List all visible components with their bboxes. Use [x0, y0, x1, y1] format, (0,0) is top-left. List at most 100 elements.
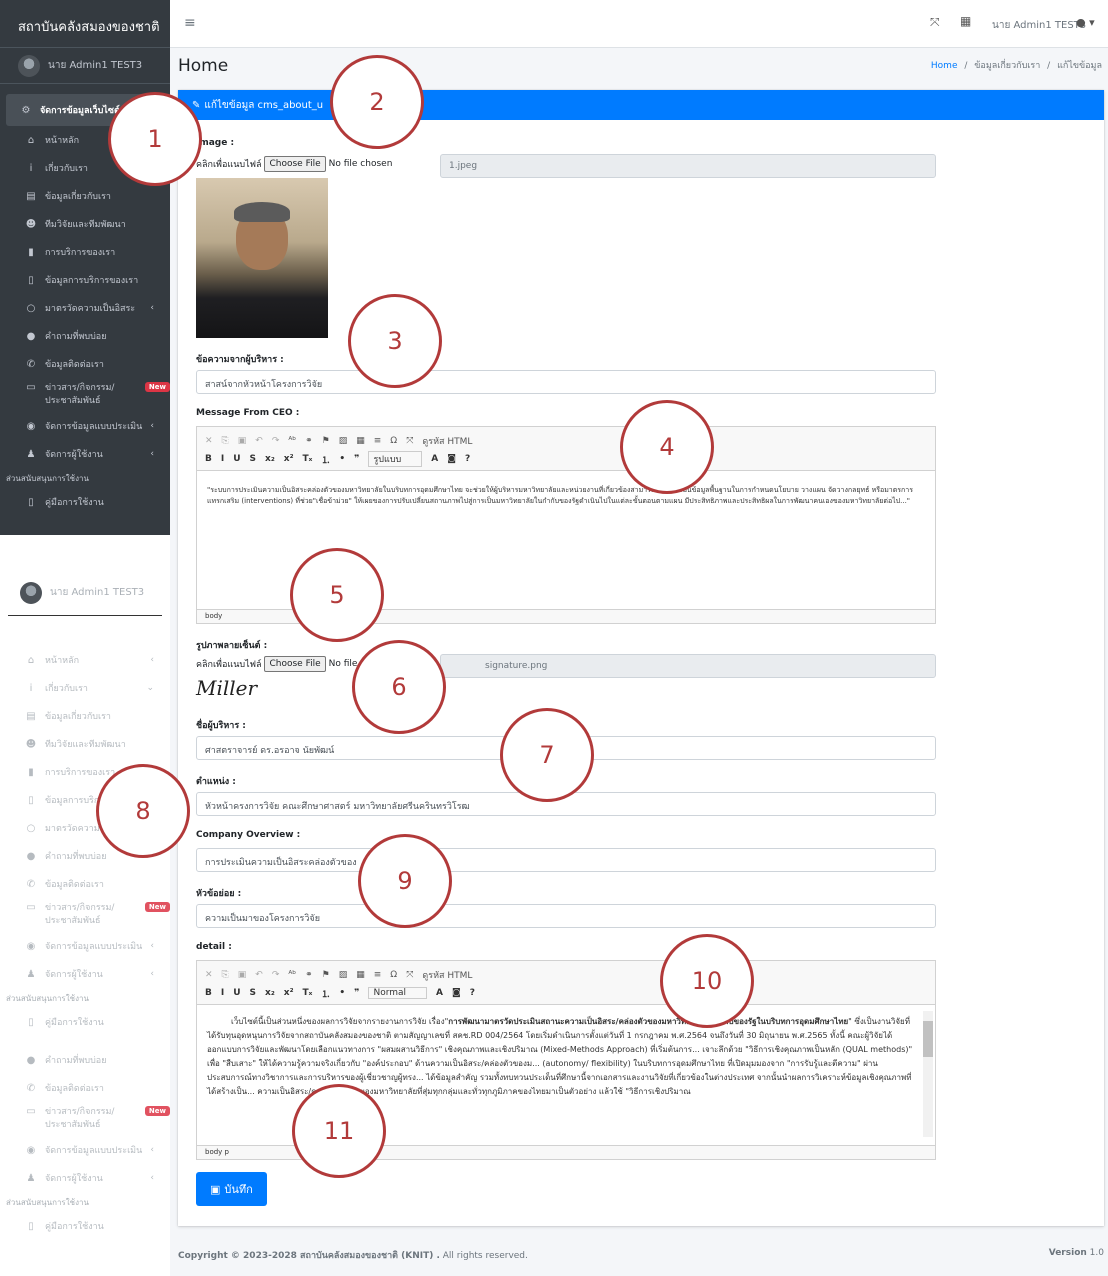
image-icon[interactable]: ▨ — [339, 970, 348, 980]
brand-title[interactable]: สถาบันคลังสมองของชาติ — [0, 0, 170, 48]
sidebar-item-services[interactable]: ▮ การบริการของเรา — [0, 238, 170, 266]
cut-icon[interactable]: ✕ — [205, 436, 213, 446]
breadcrumb-home[interactable]: Home — [931, 61, 958, 71]
bold-icon[interactable]: B — [205, 988, 212, 998]
sidebar-item-assessment[interactable]: ◉ จัดการข้อมูลแบบประเมิน ‹ — [0, 932, 170, 960]
image-filename-field[interactable]: 1.jpeg — [440, 154, 936, 178]
sidebar-item-home[interactable]: ⌂ หน้าหลัก ‹ — [0, 646, 170, 674]
spell-icon[interactable]: ᴬᵇ — [288, 436, 296, 446]
text-color-icon[interactable]: A — [431, 454, 438, 464]
undo-icon[interactable]: ↶ — [255, 436, 263, 446]
sidebar-item-news[interactable]: ▭ ข่าวสาร/กิจกรรม/ประชาสัมพันธ์ New — [0, 1102, 170, 1136]
sidebar-item-assessment[interactable]: ◉ จัดการข้อมูลแบบประเมิน ‹ — [0, 1136, 170, 1164]
bold-icon[interactable]: B — [205, 454, 212, 464]
paste-icon[interactable]: ▣ — [238, 970, 247, 980]
sidebar-item-manual[interactable]: ▯ คู่มือการใช้งาน — [0, 1212, 170, 1240]
strike-icon[interactable]: S — [250, 454, 256, 464]
sidebar-item-assessment[interactable]: ◉ จัดการข้อมูลแบบประเมิน ‹ — [0, 412, 170, 440]
sidebar-item-about-data[interactable]: ▤ ข้อมูลเกี่ยวกับเรา — [0, 702, 170, 730]
underline-icon[interactable]: U — [233, 988, 240, 998]
sidebar-item-faq[interactable]: ● คำถามที่พบบ่อย — [0, 322, 170, 350]
sidebar-item-about-data[interactable]: ▤ ข้อมูลเกี่ยวกับเรา — [0, 182, 170, 210]
sidebar-item-service-data[interactable]: ▯ ข้อมูลการบริการของเรา — [0, 266, 170, 294]
choose-file-button[interactable]: Choose File — [264, 156, 326, 172]
maximize-icon[interactable]: ⤧ — [406, 436, 413, 446]
omega-icon[interactable]: Ω — [390, 436, 397, 446]
signature-filename-field[interactable]: signature.png — [440, 654, 936, 678]
bullet-list-icon[interactable]: • — [339, 988, 345, 998]
bg-color-icon[interactable]: ◙ — [447, 454, 456, 464]
image-icon[interactable]: ▨ — [339, 436, 348, 446]
sidebar-item-news[interactable]: ▭ ข่าวสาร/กิจกรรม/ประชาสัมพันธ์ New — [0, 898, 170, 932]
clear-format-icon[interactable]: Tₓ — [303, 988, 313, 998]
sidebar-item-users[interactable]: ♟ จัดการผู้ใช้งาน ‹ — [0, 440, 170, 468]
quote-icon[interactable]: ❞ — [354, 454, 359, 464]
hr-icon[interactable]: ≡ — [374, 436, 382, 446]
sidebar-item-about[interactable]: i เกี่ยวกับเรา ⌄ — [0, 674, 170, 702]
redo-icon[interactable]: ↷ — [272, 970, 280, 980]
redo-icon[interactable]: ↷ — [272, 436, 280, 446]
hr-icon[interactable]: ≡ — [374, 970, 382, 980]
topbar-user-name[interactable]: นาย Admin1 TEST3 — [992, 18, 1086, 33]
help-icon[interactable]: ? — [470, 988, 475, 998]
bullet-list-icon[interactable]: • — [339, 454, 345, 464]
superscript-icon[interactable]: x² — [284, 988, 294, 998]
flag-icon[interactable]: ⚑ — [322, 970, 330, 980]
ordered-list-icon[interactable]: ⒈ — [321, 987, 330, 1000]
paste-icon[interactable]: ▣ — [238, 436, 247, 446]
image-file-picker[interactable]: คลิกเพื่อแนบไฟล์ Choose File No file cho… — [196, 156, 392, 172]
help-icon[interactable]: ? — [465, 454, 470, 464]
sidebar-item-measure[interactable]: ○ มาตรวัดความเป็นอิสระ ‹ — [0, 294, 170, 322]
sidebar-item-faq[interactable]: ● คำถามที่พบบ่อย — [0, 1046, 170, 1074]
table-icon[interactable]: ▦ — [356, 970, 365, 980]
breadcrumb-about[interactable]: ข้อมูลเกี่ยวกับเรา — [974, 61, 1040, 71]
source-button[interactable]: ดูรหัส HTML — [422, 968, 472, 982]
sidebar-item-users[interactable]: ♟ จัดการผู้ใช้งาน ‹ — [0, 960, 170, 988]
table-icon[interactable]: ▦ — [356, 436, 365, 446]
user-circle-icon[interactable]: ● ▾ — [1076, 16, 1095, 29]
italic-icon[interactable]: I — [221, 988, 224, 998]
exec-msg-input[interactable]: สาสน์จากหัวหน้าโครงการวิจัย — [196, 370, 936, 394]
superscript-icon[interactable]: x² — [284, 454, 294, 464]
cut-icon[interactable]: ✕ — [205, 970, 213, 980]
grid-icon[interactable]: ▦ — [960, 14, 971, 28]
italic-icon[interactable]: I — [221, 454, 224, 464]
user-panel[interactable]: นาย Admin1 TEST3 — [0, 48, 170, 84]
format-dropdown[interactable]: Normal — [368, 987, 428, 999]
text-color-icon[interactable]: A — [436, 988, 443, 998]
omega-icon[interactable]: Ω — [390, 970, 397, 980]
topic-input[interactable]: ความเป็นมาของโครงการวิจัย — [196, 904, 936, 928]
source-button[interactable]: ดูรหัส HTML — [422, 434, 472, 448]
bg-color-icon[interactable]: ◙ — [452, 988, 461, 998]
sidebar-item-contact[interactable]: ✆ ข้อมูลติดต่อเรา — [0, 870, 170, 898]
user-name[interactable]: นาย Admin1 TEST3 — [48, 58, 142, 73]
sidebar-item-users[interactable]: ♟ จัดการผู้ใช้งาน ‹ — [0, 1164, 170, 1192]
ceo-msg-content[interactable]: "ระบบการประเมินความเป็นอิสระคล่องตัวของม… — [197, 471, 935, 521]
sidebar-item-team[interactable]: ☻ ทีมวิจัยและทีมพัฒนา — [0, 210, 170, 238]
sidebar-item-news[interactable]: ▭ ข่าวสาร/กิจกรรม/ประชาสัมพันธ์ New — [0, 378, 170, 412]
link-icon[interactable]: ⚭ — [305, 436, 313, 446]
company-input[interactable]: การประเมินความเป็นอิสระคล่องตัวของ — [196, 848, 936, 872]
underline-icon[interactable]: U — [233, 454, 240, 464]
detail-scrollbar[interactable] — [923, 1011, 933, 1137]
link-icon[interactable]: ⚭ — [305, 970, 313, 980]
sidebar-item-manual[interactable]: ▯ คู่มือการใช้งาน — [0, 488, 170, 516]
sidebar-item-contact[interactable]: ✆ ข้อมูลติดต่อเรา — [0, 350, 170, 378]
spell-icon[interactable]: ᴬᵇ — [288, 970, 296, 980]
clear-format-icon[interactable]: Tₓ — [303, 454, 313, 464]
copy-icon[interactable]: ⎘ — [222, 970, 229, 980]
subscript-icon[interactable]: x₂ — [265, 454, 275, 464]
user-panel-light[interactable]: นาย Admin1 TEST3 — [8, 570, 162, 616]
sidebar-item-contact[interactable]: ✆ ข้อมูลติดต่อเรา — [0, 1074, 170, 1102]
undo-icon[interactable]: ↶ — [255, 970, 263, 980]
subscript-icon[interactable]: x₂ — [265, 988, 275, 998]
format-dropdown[interactable]: รูปแบบ — [368, 451, 423, 467]
fullscreen-icon[interactable]: ⤧ — [930, 15, 940, 30]
flag-icon[interactable]: ⚑ — [322, 436, 330, 446]
choose-file-button[interactable]: Choose File — [264, 656, 326, 672]
sidebar-item-team[interactable]: ☻ ทีมวิจัยและทีมพัฒนา — [0, 730, 170, 758]
sidebar-item-manual[interactable]: ▯ คู่มือการใช้งาน — [0, 1008, 170, 1036]
menu-toggle-icon[interactable]: ≡ — [184, 15, 196, 31]
quote-icon[interactable]: ❞ — [354, 988, 359, 998]
copy-icon[interactable]: ⎘ — [222, 436, 229, 446]
